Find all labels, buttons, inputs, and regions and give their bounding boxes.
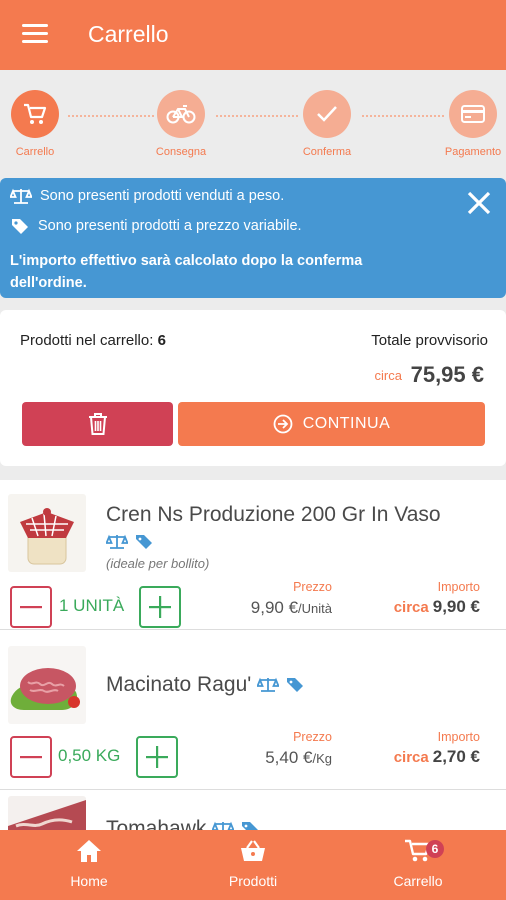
menu-icon[interactable]	[22, 24, 48, 46]
scale-icon	[211, 822, 235, 830]
decrease-qty-button[interactable]	[10, 586, 52, 628]
tag-icon	[286, 678, 303, 693]
alert-weight-row: Sono presenti prodotti venduti a peso.	[10, 187, 284, 205]
scale-icon	[256, 678, 280, 693]
quantity-value: 1 UNITÀ	[59, 596, 125, 615]
amount-label: Importo	[437, 730, 480, 744]
home-icon	[77, 840, 101, 862]
cart-badge: 6	[426, 840, 444, 858]
product-image[interactable]	[8, 796, 86, 830]
decrease-qty-button[interactable]	[10, 736, 52, 778]
nav-label: Prodotti	[228, 873, 278, 889]
step-label: Carrello	[15, 146, 55, 158]
price-label: Prezzo	[293, 580, 332, 594]
unit-price: 5,40 €/Kg	[265, 748, 332, 767]
cart-item: Tomahawk	[0, 792, 506, 830]
app-bar: Carrello	[0, 0, 506, 70]
product-name[interactable]: Tomahawk	[106, 815, 446, 830]
cart-summary: Prodotti nel carrello: 6 Totale provviso…	[0, 310, 506, 466]
nav-label: Home	[70, 873, 108, 889]
step-cart[interactable]: Carrello	[0, 90, 80, 158]
tag-icon	[242, 822, 258, 830]
tag-icon	[12, 219, 28, 234]
cart-item: Cren Ns Produzione 200 Gr In Vaso (ideal…	[0, 480, 506, 630]
alert-price-row: Sono presenti prodotti a prezzo variabil…	[10, 217, 302, 235]
product-image[interactable]	[8, 646, 86, 724]
info-alert: Sono presenti prodotti venduti a peso. S…	[0, 178, 506, 298]
total-label: Totale provvisorio	[371, 332, 488, 349]
increase-qty-button[interactable]	[139, 586, 181, 628]
cart-list: Cren Ns Produzione 200 Gr In Vaso (ideal…	[0, 480, 506, 830]
bottom-navigation: Home Prodotti 6 Carrello	[0, 830, 506, 900]
increase-qty-button[interactable]	[136, 736, 178, 778]
total-circa: circa	[374, 368, 402, 383]
amount-value: circa 2,70 €	[393, 747, 480, 766]
arrow-circle-right-icon	[273, 414, 293, 434]
scale-icon	[105, 535, 129, 550]
minus-icon	[20, 756, 42, 759]
nav-products[interactable]: Prodotti	[193, 838, 313, 889]
close-icon[interactable]	[466, 190, 492, 220]
tag-icon	[135, 535, 152, 550]
step-label: Pagamento	[444, 146, 502, 158]
trash-icon	[88, 413, 107, 435]
check-icon	[303, 90, 351, 138]
minus-icon	[20, 606, 42, 609]
nav-label: Carrello	[393, 873, 443, 889]
bicycle-icon	[157, 90, 205, 138]
checkout-stepper: Carrello Consegna Conferma Pagamento	[0, 70, 506, 172]
plus-icon	[146, 746, 168, 768]
amount-value: circa 9,90 €	[393, 597, 480, 616]
credit-card-icon	[449, 90, 497, 138]
unit-price: 9,90 €/Unità	[250, 598, 332, 617]
continue-label: CONTINUA	[302, 415, 391, 432]
product-note: (ideale per bollito)	[106, 556, 210, 571]
empty-cart-button[interactable]	[22, 402, 173, 446]
alert-weight-text: Sono presenti prodotti venduti a peso.	[40, 188, 285, 204]
product-count: Prodotti nel carrello: 6	[20, 332, 166, 349]
plus-icon	[149, 596, 171, 618]
total-value: 75,95 €	[410, 362, 484, 387]
nav-cart[interactable]: 6 Carrello	[358, 838, 478, 889]
step-payment[interactable]: Pagamento	[428, 90, 506, 158]
step-delivery[interactable]: Consegna	[136, 90, 226, 158]
quantity-value: 0,50 KG	[58, 746, 121, 765]
step-label: Consegna	[155, 146, 207, 158]
alert-note: L'importo effettivo sarà calcolato dopo …	[10, 253, 363, 291]
step-confirm[interactable]: Conferma	[282, 90, 372, 158]
cart-item: Macinato Ragu' 0,50 KG Prezzo 5,40 €/Kg …	[0, 640, 506, 790]
product-name[interactable]: Macinato Ragu'	[106, 671, 446, 698]
amount-label: Importo	[437, 580, 480, 594]
cart-icon	[11, 90, 59, 138]
product-image[interactable]	[8, 494, 86, 572]
alert-price-text: Sono presenti prodotti a prezzo variabil…	[38, 218, 302, 234]
scale-icon	[10, 188, 32, 204]
price-label: Prezzo	[293, 730, 332, 744]
product-name[interactable]: Cren Ns Produzione 200 Gr In Vaso	[105, 501, 446, 555]
basket-icon	[241, 840, 265, 861]
nav-home[interactable]: Home	[29, 838, 149, 889]
page-title: Carrello	[88, 21, 169, 47]
step-label: Conferma	[302, 146, 352, 158]
product-count-value: 6	[157, 332, 166, 349]
continue-button[interactable]: CONTINUA	[178, 402, 485, 446]
